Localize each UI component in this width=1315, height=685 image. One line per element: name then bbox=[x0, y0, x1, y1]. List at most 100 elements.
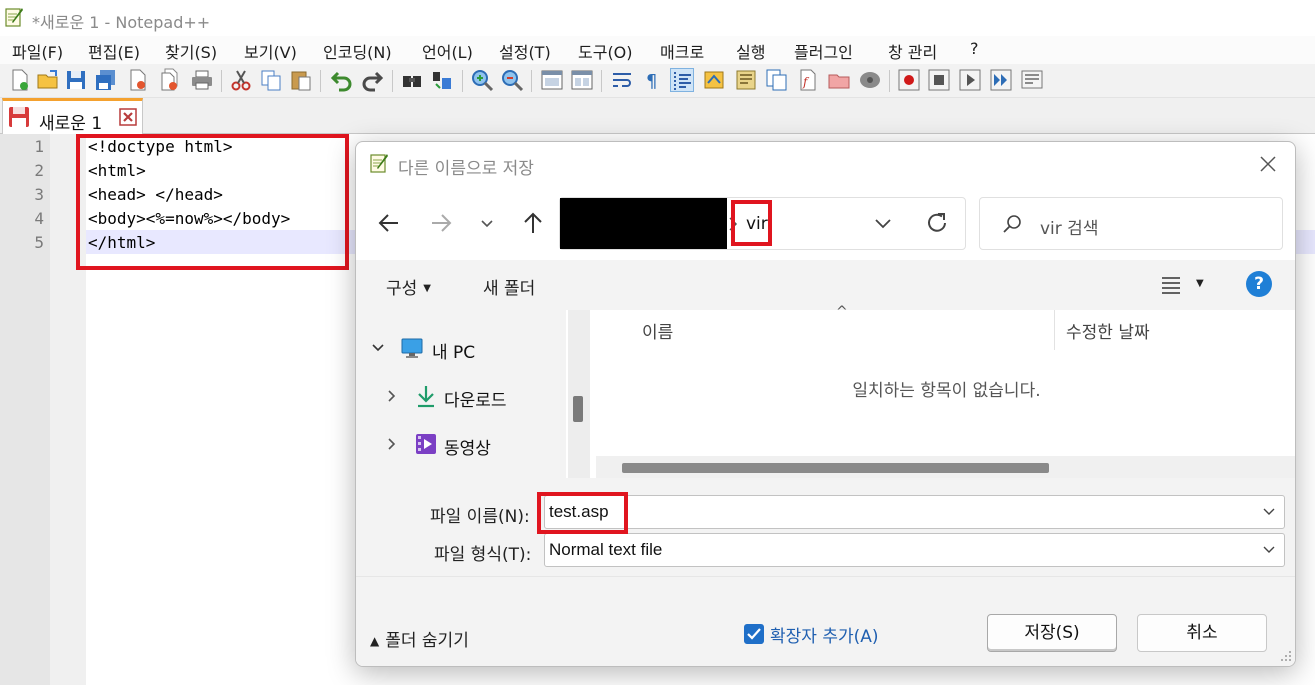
monitoring-icon[interactable] bbox=[858, 68, 882, 92]
stop-macro-icon[interactable] bbox=[927, 68, 951, 92]
menu-tools[interactable]: 도구(O) bbox=[578, 39, 633, 63]
resize-grip-icon[interactable] bbox=[1278, 648, 1292, 662]
add-extension-label[interactable]: 확장자 추가(A) bbox=[770, 622, 879, 647]
search-input[interactable]: vir 검색 bbox=[979, 197, 1283, 250]
save-options-area: 파일 이름(N): test.asp 파일 형식(T): Normal text… bbox=[356, 478, 1295, 666]
function-list-icon[interactable]: f bbox=[796, 68, 820, 92]
folder-workspace-icon[interactable] bbox=[827, 68, 851, 92]
tree-item-downloads[interactable]: 다운로드 bbox=[356, 382, 566, 412]
close-icon[interactable] bbox=[1258, 154, 1278, 174]
chevron-down-icon[interactable] bbox=[1262, 544, 1276, 556]
word-wrap-icon[interactable] bbox=[610, 68, 634, 92]
chevron-right-icon[interactable] bbox=[384, 388, 400, 404]
menu-run[interactable]: 실행 bbox=[736, 39, 765, 63]
close-file-icon[interactable] bbox=[126, 68, 150, 92]
navigation-pane: 내 PC 다운로드 동영상 bbox=[356, 310, 566, 478]
doc-map-icon[interactable] bbox=[734, 68, 758, 92]
help-icon[interactable]: ? bbox=[1246, 271, 1272, 297]
column-divider[interactable] bbox=[1054, 310, 1055, 350]
find-icon[interactable] bbox=[400, 68, 424, 92]
scrollbar-thumb[interactable] bbox=[622, 463, 1049, 473]
sort-ascending-icon: ^ bbox=[836, 304, 848, 320]
navigation-scrollbar[interactable] bbox=[568, 310, 590, 478]
save-icon[interactable] bbox=[64, 68, 88, 92]
chevron-down-icon[interactable] bbox=[370, 340, 386, 356]
new-file-icon[interactable] bbox=[8, 68, 32, 92]
zoom-in-icon[interactable] bbox=[470, 68, 494, 92]
tab-bar: 새로운 1 bbox=[0, 98, 1315, 134]
menu-plugins[interactable]: 플러그인 bbox=[794, 39, 853, 63]
tree-item-this-pc[interactable]: 내 PC bbox=[356, 334, 566, 364]
cut-icon[interactable] bbox=[229, 68, 253, 92]
run-macro-multiple-icon[interactable] bbox=[989, 68, 1013, 92]
scrollbar-thumb[interactable] bbox=[573, 396, 583, 422]
menu-view[interactable]: 보기(V) bbox=[244, 39, 297, 63]
tab-label: 새로운 1 bbox=[39, 114, 103, 134]
copy-icon[interactable] bbox=[259, 68, 283, 92]
zoom-out-icon[interactable] bbox=[500, 68, 524, 92]
play-macro-icon[interactable] bbox=[958, 68, 982, 92]
close-all-icon[interactable] bbox=[158, 68, 182, 92]
open-file-icon[interactable] bbox=[36, 68, 60, 92]
hide-folders-label: 폴더 숨기기 bbox=[385, 631, 469, 651]
filename-field[interactable]: test.asp bbox=[544, 495, 1285, 529]
toolbar-separator bbox=[889, 70, 890, 92]
column-header-modified[interactable]: 수정한 날짜 bbox=[1066, 318, 1150, 343]
print-icon[interactable] bbox=[190, 68, 214, 92]
sync-vertical-icon[interactable] bbox=[540, 68, 564, 92]
sync-horizontal-icon[interactable] bbox=[570, 68, 594, 92]
toolbar-separator bbox=[462, 70, 463, 92]
menu-language[interactable]: 언어(L) bbox=[422, 39, 473, 63]
show-all-chars-icon[interactable]: ¶ bbox=[640, 68, 664, 92]
up-arrow-icon[interactable] bbox=[520, 210, 546, 236]
new-folder-button[interactable]: 새 폴더 bbox=[483, 274, 535, 299]
udl-icon[interactable] bbox=[702, 68, 726, 92]
command-bar: 구성 ▼ 새 폴더 ▼ ? bbox=[356, 260, 1295, 310]
cancel-button[interactable]: 취소 bbox=[1137, 614, 1267, 652]
chevron-down-icon[interactable] bbox=[873, 216, 893, 232]
view-options-icon[interactable] bbox=[1160, 274, 1182, 296]
replace-icon[interactable] bbox=[430, 68, 454, 92]
menu-search[interactable]: 찾기(S) bbox=[165, 39, 217, 63]
menu-settings[interactable]: 설정(T) bbox=[499, 39, 551, 63]
filetype-select[interactable]: Normal text file bbox=[544, 533, 1285, 567]
undo-icon[interactable] bbox=[330, 68, 354, 92]
window-title: *새로운 1 - Notepad++ bbox=[32, 13, 211, 32]
menu-encoding[interactable]: 인코딩(N) bbox=[323, 39, 392, 63]
tab-new-1[interactable]: 새로운 1 bbox=[2, 98, 143, 134]
refresh-icon[interactable] bbox=[924, 210, 950, 236]
menu-edit[interactable]: 편집(E) bbox=[88, 39, 140, 63]
caret-down-icon[interactable]: ▼ bbox=[1196, 278, 1204, 289]
notepad-app-icon bbox=[5, 8, 23, 27]
save-macro-icon[interactable] bbox=[1020, 68, 1044, 92]
add-extension-checkbox[interactable] bbox=[744, 624, 764, 644]
save-all-icon[interactable] bbox=[94, 68, 118, 92]
horizontal-scrollbar[interactable] bbox=[596, 456, 1295, 478]
close-icon[interactable] bbox=[119, 108, 137, 126]
paste-icon[interactable] bbox=[289, 68, 313, 92]
chevron-right-icon[interactable] bbox=[384, 436, 400, 452]
filetype-label: 파일 형식(T): bbox=[434, 545, 532, 565]
redo-icon[interactable] bbox=[360, 68, 384, 92]
menu-file[interactable]: 파일(F) bbox=[12, 39, 63, 63]
unsaved-file-icon bbox=[9, 107, 29, 127]
recent-locations-chevron-icon[interactable] bbox=[478, 214, 496, 232]
back-arrow-icon[interactable] bbox=[376, 210, 402, 236]
organize-label: 구성 bbox=[386, 279, 418, 299]
doc-list-icon[interactable] bbox=[765, 68, 789, 92]
menu-help[interactable]: ? bbox=[970, 39, 979, 58]
indent-guide-icon[interactable] bbox=[670, 68, 694, 92]
record-macro-icon[interactable] bbox=[897, 68, 921, 92]
forward-arrow-icon[interactable] bbox=[428, 210, 454, 236]
divider bbox=[356, 576, 1295, 577]
tree-item-videos[interactable]: 동영상 bbox=[356, 430, 566, 460]
column-header-name[interactable]: 이름 bbox=[642, 318, 673, 343]
organize-button[interactable]: 구성 ▼ bbox=[386, 274, 431, 299]
menu-window[interactable]: 창 관리 bbox=[888, 39, 937, 63]
toolbar-separator bbox=[221, 70, 222, 92]
chevron-down-icon[interactable] bbox=[1262, 506, 1276, 518]
menu-macro[interactable]: 매크로 bbox=[660, 39, 704, 63]
hide-folders-button[interactable]: ▲ 폴더 숨기기 bbox=[370, 626, 469, 651]
save-button[interactable]: 저장(S) bbox=[987, 614, 1117, 652]
tree-label: 다운로드 bbox=[444, 391, 507, 411]
